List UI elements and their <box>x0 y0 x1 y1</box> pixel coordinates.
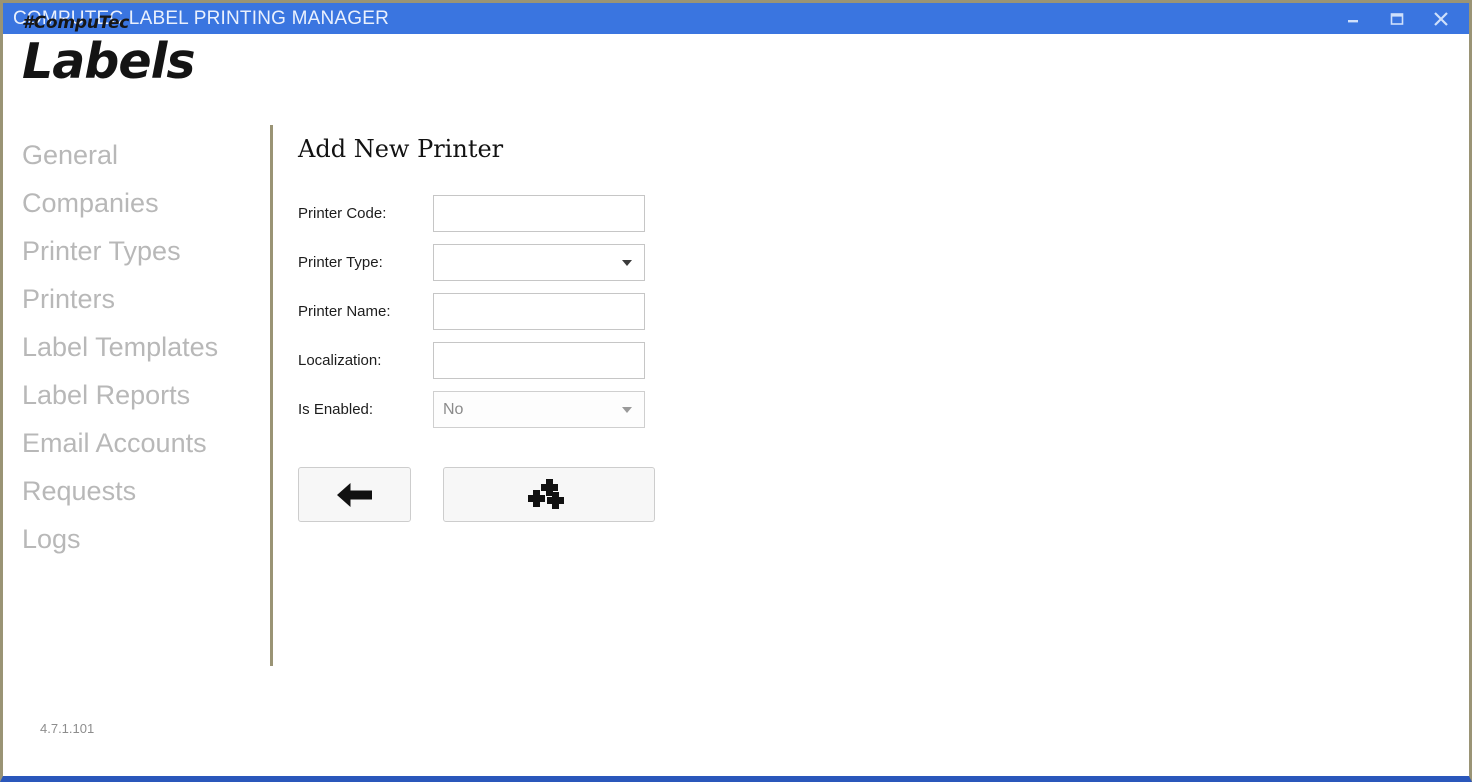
printer-code-input[interactable] <box>433 195 645 232</box>
minimize-button[interactable] <box>1331 3 1375 34</box>
window-controls <box>1331 3 1469 34</box>
add-button[interactable] <box>443 467 655 522</box>
sidebar-item-companies[interactable]: Companies <box>22 179 262 227</box>
maximize-icon <box>1389 11 1405 27</box>
main-panel: Add New Printer Printer Code: Printer Ty… <box>298 134 998 522</box>
sidebar-divider <box>270 125 273 666</box>
page-title: Add New Printer <box>298 134 998 164</box>
form-row-is-enabled: Is Enabled: No <box>298 391 998 428</box>
arrow-left-icon <box>334 480 376 510</box>
close-button[interactable] <box>1419 3 1463 34</box>
sidebar-item-logs[interactable]: Logs <box>22 515 262 563</box>
sidebar: General Companies Printer Types Printers… <box>22 131 262 563</box>
action-buttons <box>298 467 998 522</box>
add-multiple-icon <box>528 477 570 513</box>
sidebar-item-general[interactable]: General <box>22 131 262 179</box>
localization-label: Localization: <box>298 352 433 369</box>
app-window: COMPUTEC LABEL PRINTING MANAGER #Com <box>0 0 1472 782</box>
printer-type-select[interactable] <box>433 244 645 281</box>
sidebar-item-requests[interactable]: Requests <box>22 467 262 515</box>
is-enabled-select[interactable]: No <box>433 391 645 428</box>
is-enabled-value: No <box>443 401 463 419</box>
app-logo: #CompuTec Labels <box>22 13 322 89</box>
form-row-localization: Localization: <box>298 342 998 379</box>
logo-product: Labels <box>22 35 322 89</box>
sidebar-item-email-accounts[interactable]: Email Accounts <box>22 419 262 467</box>
printer-name-input[interactable] <box>433 293 645 330</box>
localization-input[interactable] <box>433 342 645 379</box>
minimize-icon <box>1346 12 1360 26</box>
sidebar-item-printer-types[interactable]: Printer Types <box>22 227 262 275</box>
printer-code-label: Printer Code: <box>298 205 433 222</box>
form-row-printer-type: Printer Type: <box>298 244 998 281</box>
version-label: 4.7.1.101 <box>40 721 94 736</box>
printer-type-label: Printer Type: <box>298 254 433 271</box>
sidebar-item-label-reports[interactable]: Label Reports <box>22 371 262 419</box>
chevron-down-icon <box>622 260 632 266</box>
logo-brand: #CompuTec <box>22 13 322 33</box>
form-row-printer-name: Printer Name: <box>298 293 998 330</box>
close-icon <box>1431 9 1451 29</box>
is-enabled-label: Is Enabled: <box>298 401 433 418</box>
back-button[interactable] <box>298 467 411 522</box>
maximize-button[interactable] <box>1375 3 1419 34</box>
sidebar-item-label-templates[interactable]: Label Templates <box>22 323 262 371</box>
form-row-printer-code: Printer Code: <box>298 195 998 232</box>
printer-name-label: Printer Name: <box>298 303 433 320</box>
sidebar-item-printers[interactable]: Printers <box>22 275 262 323</box>
chevron-down-icon <box>622 407 632 413</box>
